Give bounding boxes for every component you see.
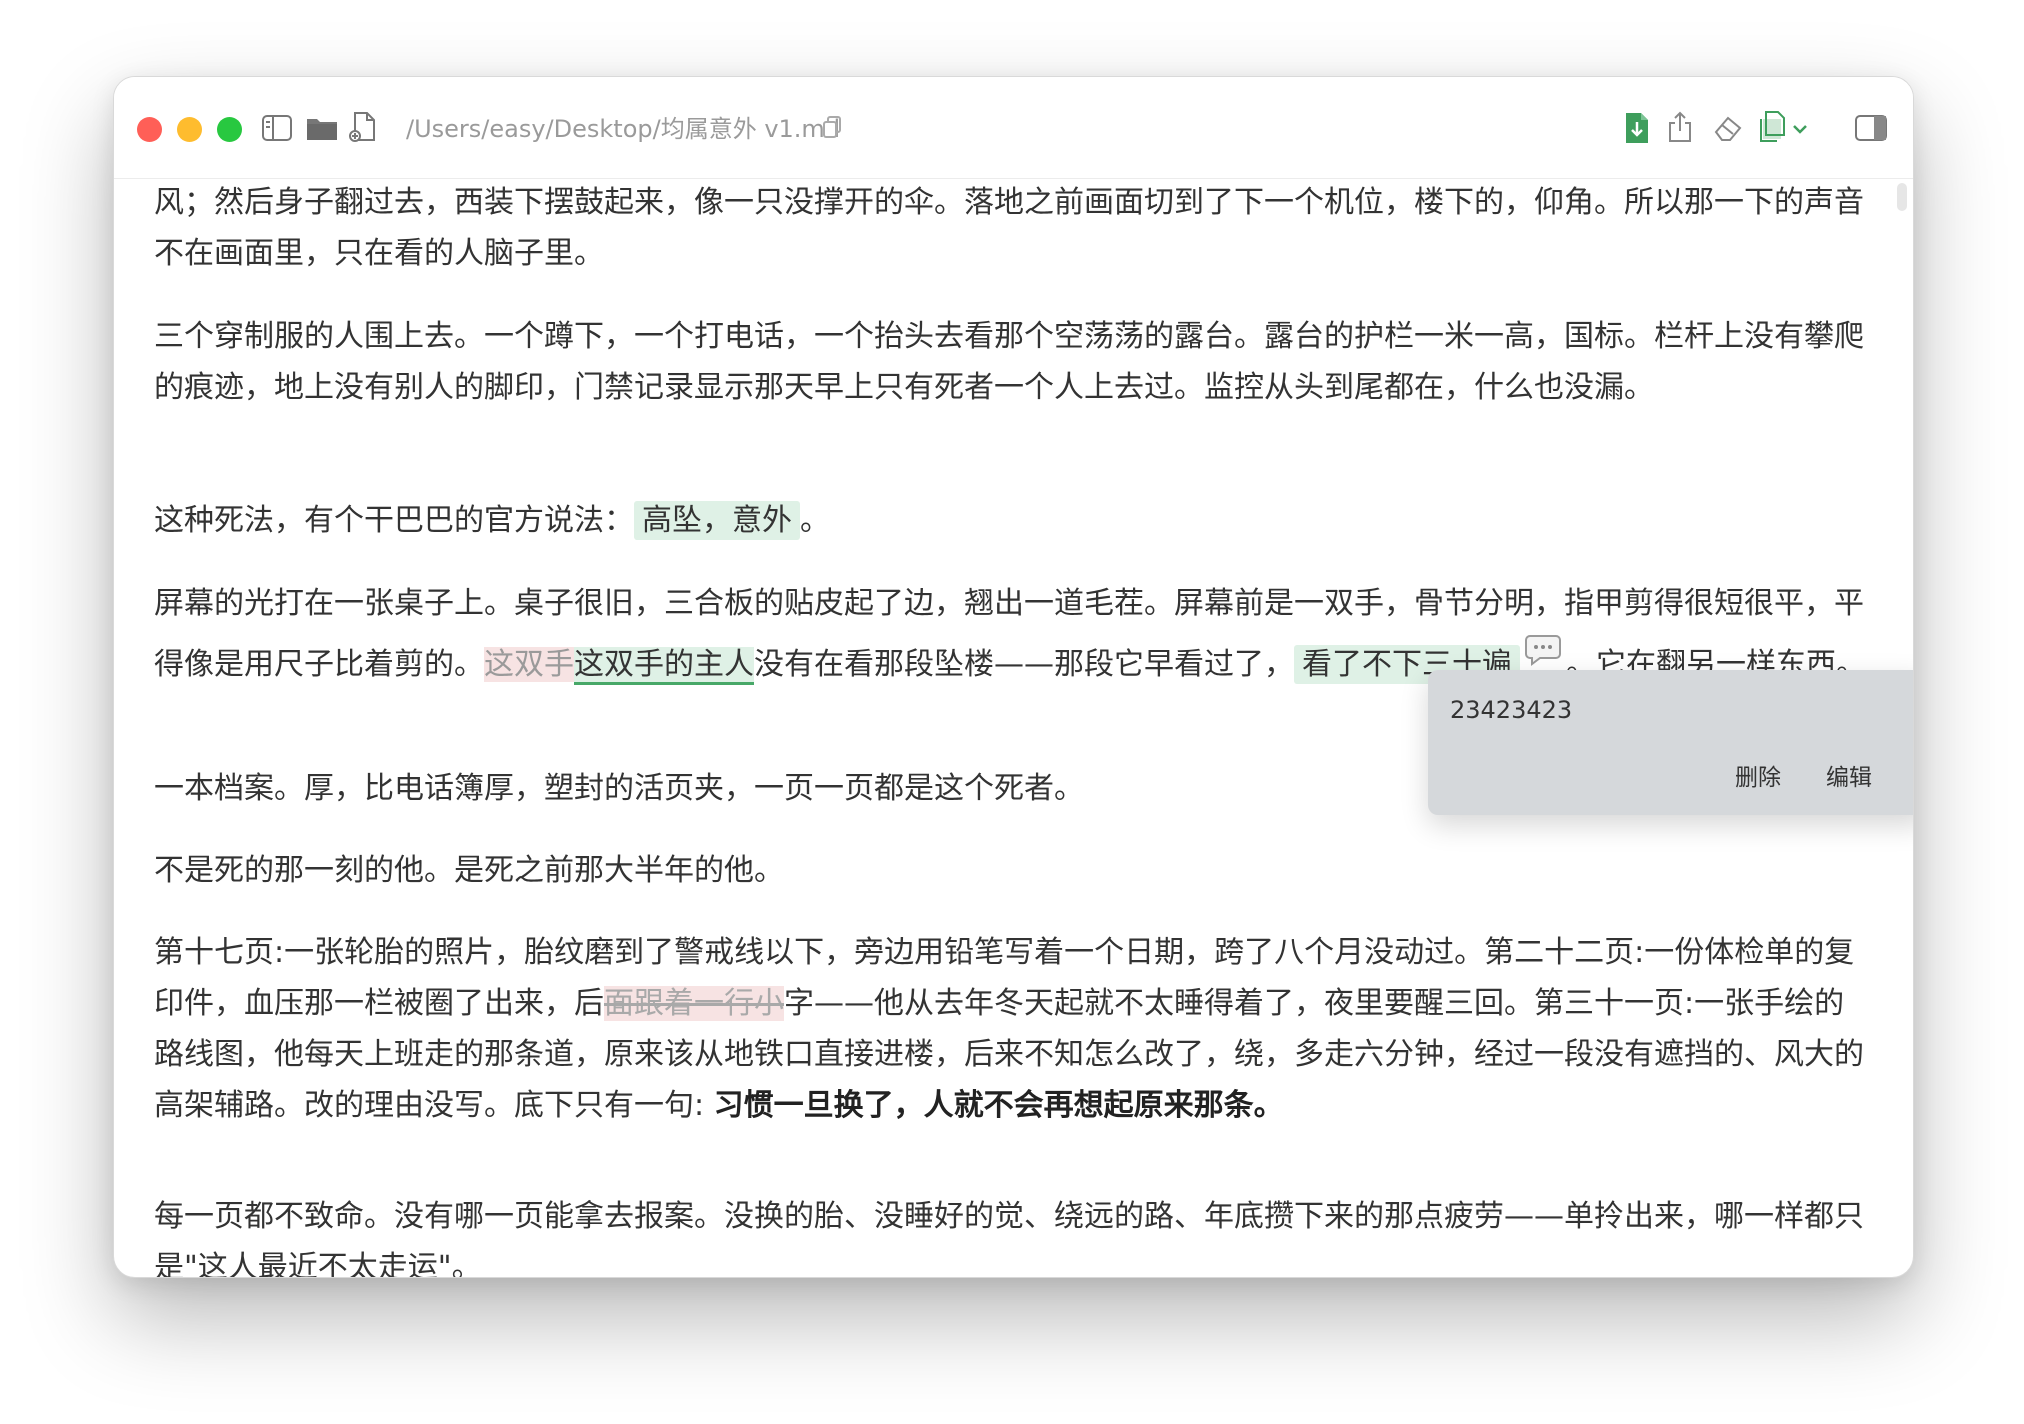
- folder-icon[interactable]: [305, 114, 339, 142]
- file-path: /Users/easy/Desktop/均属意外 v1.md: [406, 115, 841, 143]
- paragraph: 这种死法，有个干巴巴的官方说法： 高坠，意外。: [154, 501, 830, 540]
- edit-comment-button[interactable]: 编辑: [1826, 758, 1872, 792]
- minimize-window-button[interactable]: [177, 117, 202, 142]
- highlight-green[interactable]: 高坠，意外: [634, 501, 800, 540]
- comment-text: 23423423: [1450, 696, 1573, 724]
- share-icon[interactable]: [1667, 110, 1693, 144]
- chevron-down-icon[interactable]: [1792, 123, 1808, 135]
- right-panel-icon[interactable]: [1854, 114, 1888, 142]
- paragraph: 不是死的那一刻的他。是死之前那大半年的他。: [154, 853, 784, 888]
- paragraph: 每一页都不致命。没有哪一页能拿去报案。没换的胎、没睡好的觉、绕远的路、年底攒下来…: [154, 1199, 1864, 1277]
- paragraph: 第十七页:一张轮胎的照片，胎纹磨到了警戒线以下，旁边用铅笔写着一个日期，跨了八个…: [154, 935, 1864, 1123]
- sidebar-icon[interactable]: [261, 114, 293, 142]
- deleted-text[interactable]: 这双手: [484, 647, 574, 682]
- editor-window: /Users/easy/Desktop/均属意外 v1.md 风；然后身子翻过去…: [113, 76, 1914, 1278]
- copy-menu-icon[interactable]: [1757, 110, 1787, 144]
- maximize-window-button[interactable]: [217, 117, 242, 142]
- eraser-icon[interactable]: [1712, 114, 1744, 142]
- delete-comment-button[interactable]: 删除: [1735, 758, 1781, 792]
- paragraph: 三个穿制服的人围上去。一个蹲下，一个打电话，一个抬头去看那个空荡荡的露台。露台的…: [154, 319, 1864, 405]
- title-bar: /Users/easy/Desktop/均属意外 v1.md: [114, 77, 1913, 179]
- paragraph: 风；然后身子翻过去，西装下摆鼓起来，像一只没撑开的伞。落地之前画面切到了下一个机…: [154, 185, 1864, 271]
- strikethrough-text[interactable]: 面跟着一行小: [604, 986, 784, 1021]
- comment-popup: 23423423 删除 编辑: [1428, 670, 1913, 815]
- close-window-button[interactable]: [137, 117, 162, 142]
- scrollbar-thumb[interactable]: [1897, 183, 1907, 211]
- export-file-icon[interactable]: [1623, 111, 1651, 145]
- inserted-text[interactable]: 这双手的主人: [574, 647, 754, 685]
- copy-icon[interactable]: [821, 115, 843, 139]
- bold-text: 习惯一旦换了，人就不会再想起原来那条。: [713, 1088, 1284, 1123]
- new-file-icon[interactable]: [349, 111, 379, 143]
